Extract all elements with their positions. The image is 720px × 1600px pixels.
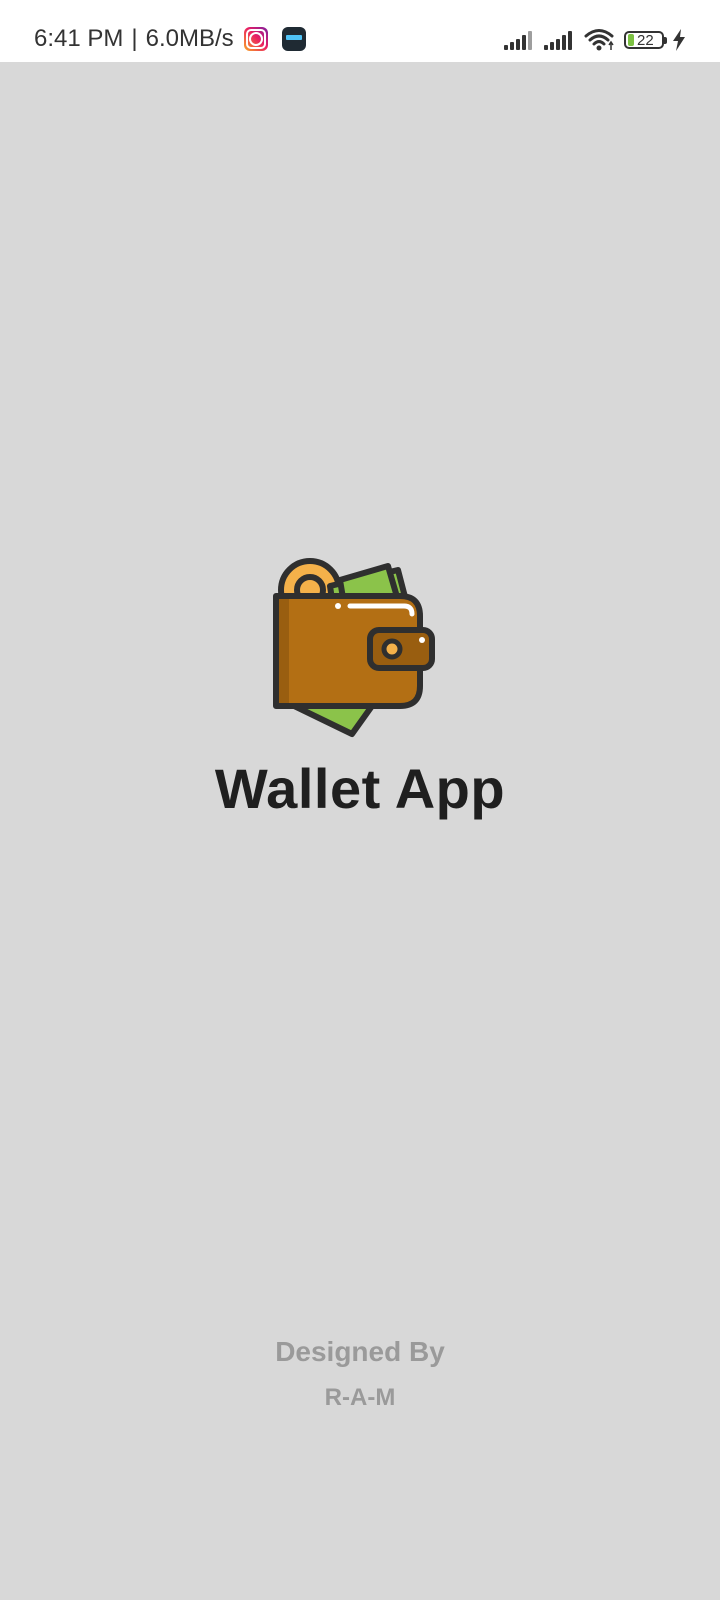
status-network-speed: 6.0MB/s <box>145 25 234 52</box>
signal-bars-icon <box>544 31 572 50</box>
credit-name: R-A-M <box>324 1384 396 1411</box>
wallet-icon <box>273 558 435 737</box>
credit-label: Designed By <box>275 1336 445 1367</box>
status-left: 6:41 PM | 6.0MB/s <box>34 22 306 56</box>
status-time: 6:41 PM <box>34 25 124 52</box>
app-title: Wallet App <box>214 757 506 820</box>
battery-fill <box>628 34 634 46</box>
status-separator: | <box>131 25 138 52</box>
signal-bars-icon <box>504 31 532 50</box>
status-bar: 6:41 PM | 6.0MB/s 22 <box>0 0 720 62</box>
wifi-icon <box>584 29 614 51</box>
battery-level: 22 <box>637 31 654 49</box>
status-right: 22 <box>504 26 686 54</box>
instagram-icon <box>243 27 268 51</box>
battery-icon: 22 <box>624 31 667 49</box>
score-app-icon <box>281 27 306 51</box>
splash-screen: 6:41 PM | 6.0MB/s 22 Wallet App Designed… <box>0 0 720 1600</box>
charging-bolt-icon <box>673 29 685 51</box>
